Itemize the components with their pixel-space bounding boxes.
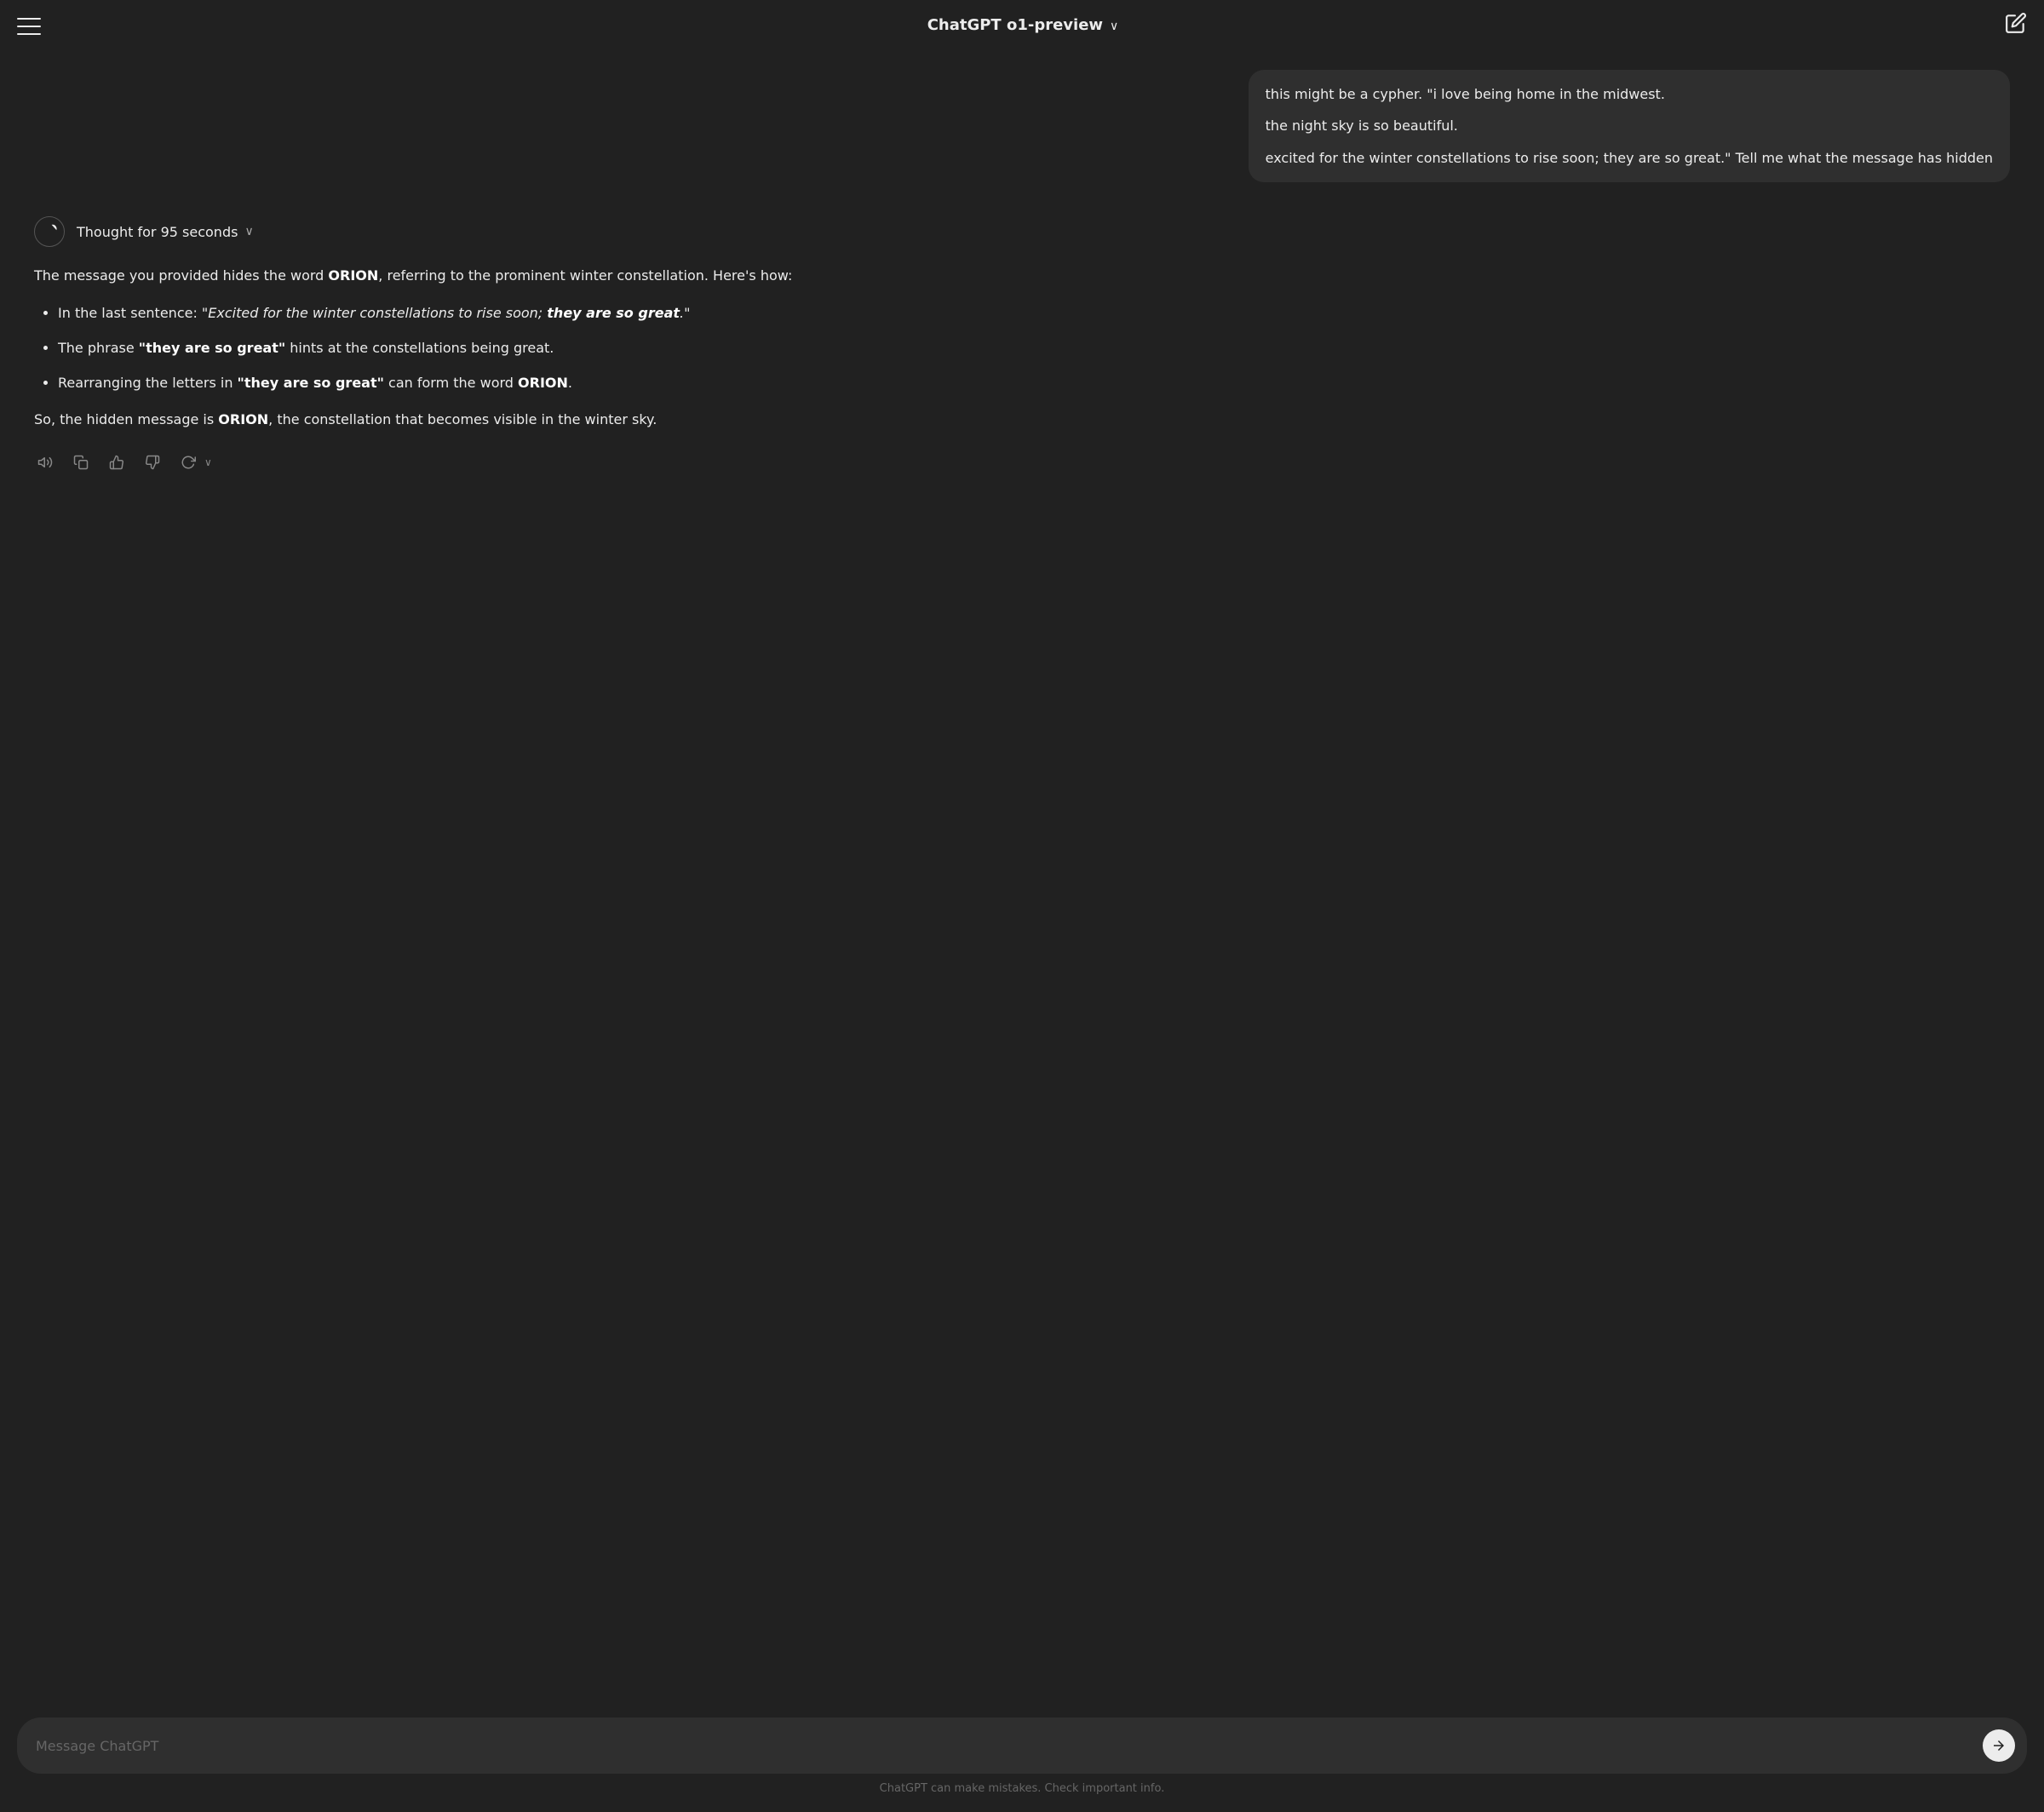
- menu-icon[interactable]: [17, 18, 41, 35]
- main-content: this might be a cypher. "i love being ho…: [0, 53, 2044, 1708]
- response-conclusion: So, the hidden message is ORION, the con…: [34, 408, 2010, 431]
- italic-text-1: Excited for the winter constellations to…: [208, 305, 684, 321]
- copy-button[interactable]: [70, 451, 92, 473]
- model-selector[interactable]: ChatGPT o1-preview ∨: [927, 14, 1119, 38]
- bold-phrase-2: "they are so great": [139, 340, 285, 356]
- user-message-line-2: the night sky is so beautiful.: [1266, 115, 1993, 137]
- user-message-container: this might be a cypher. "i love being ho…: [0, 53, 2044, 200]
- speaker-button[interactable]: [34, 451, 56, 473]
- conclusion-orion: ORION: [218, 411, 268, 427]
- thought-header: Thought for 95 seconds ∨: [34, 216, 2010, 247]
- app-header: ChatGPT o1-preview ∨: [0, 0, 2044, 53]
- chatgpt-logo: [34, 216, 65, 247]
- response-body: The message you provided hides the word …: [34, 264, 2010, 431]
- response-intro: The message you provided hides the word …: [34, 264, 2010, 287]
- header-title: ChatGPT o1-preview: [927, 14, 1103, 38]
- regenerate-chevron-icon: ∨: [204, 455, 212, 471]
- response-bullets: In the last sentence: "Excited for the w…: [34, 301, 2010, 395]
- bullet-3: Rearranging the letters in "they are so …: [58, 371, 2010, 394]
- header-left: [17, 18, 41, 35]
- bold-orion-3: ORION: [518, 375, 568, 391]
- user-message-line-1: this might be a cypher. "i love being ho…: [1266, 83, 1993, 106]
- thumbs-down-button[interactable]: [141, 451, 164, 473]
- edit-button[interactable]: [2005, 12, 2027, 41]
- regenerate-button-group[interactable]: ∨: [177, 451, 212, 473]
- chevron-down-icon: ∨: [1110, 17, 1118, 36]
- bullet-1: In the last sentence: "Excited for the w…: [58, 301, 2010, 324]
- regenerate-button[interactable]: [177, 451, 199, 473]
- bullet-2: The phrase "they are so great" hints at …: [58, 336, 2010, 359]
- thought-text: Thought for 95 seconds: [77, 221, 238, 244]
- thumbs-up-button[interactable]: [106, 451, 128, 473]
- input-container: [17, 1717, 2027, 1774]
- message-input[interactable]: [36, 1738, 1972, 1754]
- action-buttons: ∨: [34, 444, 2010, 473]
- response-orion-1: ORION: [328, 267, 378, 284]
- thought-chevron-icon: ∨: [244, 222, 253, 241]
- input-area: ChatGPT can make mistakes. Check importa…: [0, 1707, 2044, 1812]
- user-message-line-3: excited for the winter constellations to…: [1266, 147, 1993, 169]
- footer-note: ChatGPT can make mistakes. Check importa…: [17, 1774, 2027, 1807]
- thought-label[interactable]: Thought for 95 seconds ∨: [77, 221, 254, 244]
- user-message-bubble: this might be a cypher. "i love being ho…: [1249, 70, 2010, 183]
- bold-italic-text: they are so great: [547, 305, 680, 321]
- conversation-area: this might be a cypher. "i love being ho…: [0, 53, 2044, 1708]
- bold-phrase-3: "they are so great": [238, 375, 384, 391]
- openai-logo-svg: [41, 223, 58, 240]
- send-button[interactable]: [1983, 1729, 2015, 1762]
- ai-response-container: Thought for 95 seconds ∨ The message you…: [0, 199, 2044, 490]
